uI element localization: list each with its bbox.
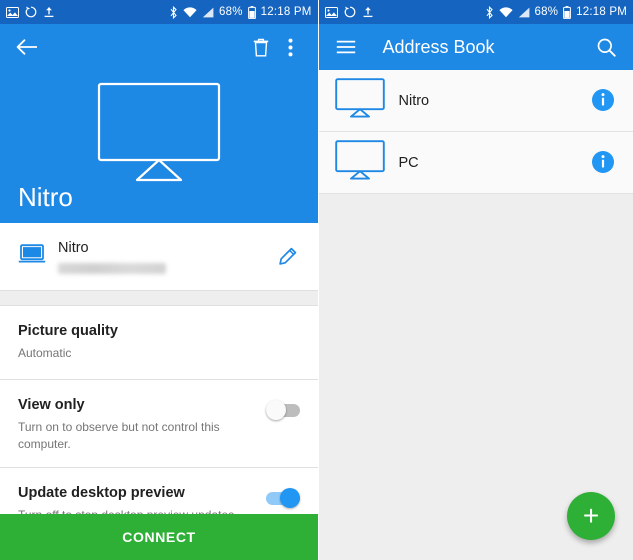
wifi-icon xyxy=(183,6,197,18)
dual-screenshot-container: 68% 12:18 PM Nitro Nitro Picture quality… xyxy=(0,0,633,560)
setting-text: Picture quality Automatic xyxy=(18,322,300,361)
back-arrow-icon[interactable] xyxy=(12,32,42,62)
right-screen: 68% 12:18 PM Address Book Nitro PC + xyxy=(318,0,633,560)
device-hero: Nitro xyxy=(0,70,318,223)
list-item[interactable]: Nitro xyxy=(318,70,633,132)
upload-icon xyxy=(43,6,55,18)
info-icon[interactable] xyxy=(591,88,617,114)
image-icon xyxy=(6,6,19,18)
address-book-title: Address Book xyxy=(382,36,495,57)
status-bar-right-icons: 68% 12:18 PM xyxy=(485,5,627,19)
signal-icon xyxy=(202,7,214,18)
battery-icon xyxy=(563,5,572,19)
trash-icon[interactable] xyxy=(246,32,276,62)
entry-name: Nitro xyxy=(398,92,430,109)
list-item[interactable]: PC xyxy=(318,132,633,194)
hamburger-menu-icon[interactable] xyxy=(331,32,361,62)
refresh-icon xyxy=(344,6,356,18)
setting-view-only[interactable]: View only Turn on to observe but not con… xyxy=(0,380,318,468)
setting-title: View only xyxy=(18,397,85,414)
monitor-icon xyxy=(97,82,221,187)
update-preview-toggle[interactable] xyxy=(265,487,300,508)
section-divider xyxy=(0,291,318,306)
connect-button[interactable]: CONNECT xyxy=(0,514,318,560)
bluetooth-icon xyxy=(485,5,494,19)
device-subtitle-blurred xyxy=(58,262,166,274)
monitor-icon xyxy=(334,78,391,123)
status-bar-right: 68% 12:18 PM xyxy=(318,0,633,24)
toggle-thumb xyxy=(279,487,300,508)
status-bar-left: 68% 12:18 PM xyxy=(0,0,318,24)
list-empty-area xyxy=(318,194,633,534)
device-name: Nitro xyxy=(58,239,89,256)
device-row[interactable]: Nitro xyxy=(0,223,318,291)
monitor-icon xyxy=(334,140,391,185)
right-app-bar: Address Book xyxy=(318,24,633,70)
refresh-icon xyxy=(25,6,37,18)
battery-icon xyxy=(247,5,256,19)
setting-title: Picture quality xyxy=(18,323,118,339)
signal-icon xyxy=(518,7,530,18)
left-app-bar xyxy=(0,24,318,70)
page-title: Nitro xyxy=(18,182,73,212)
add-entry-fab[interactable]: + xyxy=(567,492,615,540)
setting-subtitle: Turn on to observe but not control this … xyxy=(18,420,220,451)
device-info: Nitro xyxy=(52,240,270,274)
entry-name: PC xyxy=(398,154,419,171)
wifi-icon xyxy=(498,6,513,18)
clock-time: 12:18 PM xyxy=(576,6,627,18)
more-vertical-icon[interactable] xyxy=(276,32,306,62)
bluetooth-icon xyxy=(169,5,178,19)
status-bar-right-icons: 68% 12:18 PM xyxy=(169,5,312,19)
view-only-toggle[interactable] xyxy=(265,400,300,421)
clock-time: 12:18 PM xyxy=(260,6,312,18)
search-icon[interactable] xyxy=(591,32,621,62)
address-book-list: Nitro PC xyxy=(318,70,633,534)
setting-picture-quality[interactable]: Picture quality Automatic xyxy=(0,306,318,381)
battery-percent: 68% xyxy=(534,6,559,18)
image-icon xyxy=(324,6,338,18)
battery-percent: 68% xyxy=(219,6,243,18)
setting-title: Update desktop preview xyxy=(18,484,185,501)
info-icon[interactable] xyxy=(591,150,617,176)
pencil-icon[interactable] xyxy=(270,240,304,274)
laptop-icon xyxy=(18,244,52,269)
toggle-thumb xyxy=(265,400,286,421)
status-bar-left-icons xyxy=(324,6,485,18)
left-screen: 68% 12:18 PM Nitro Nitro Picture quality… xyxy=(0,0,318,560)
setting-subtitle: Automatic xyxy=(18,346,72,361)
upload-icon xyxy=(362,6,374,18)
setting-text: View only Turn on to observe but not con… xyxy=(18,396,266,452)
status-bar-left-icons xyxy=(6,6,169,18)
